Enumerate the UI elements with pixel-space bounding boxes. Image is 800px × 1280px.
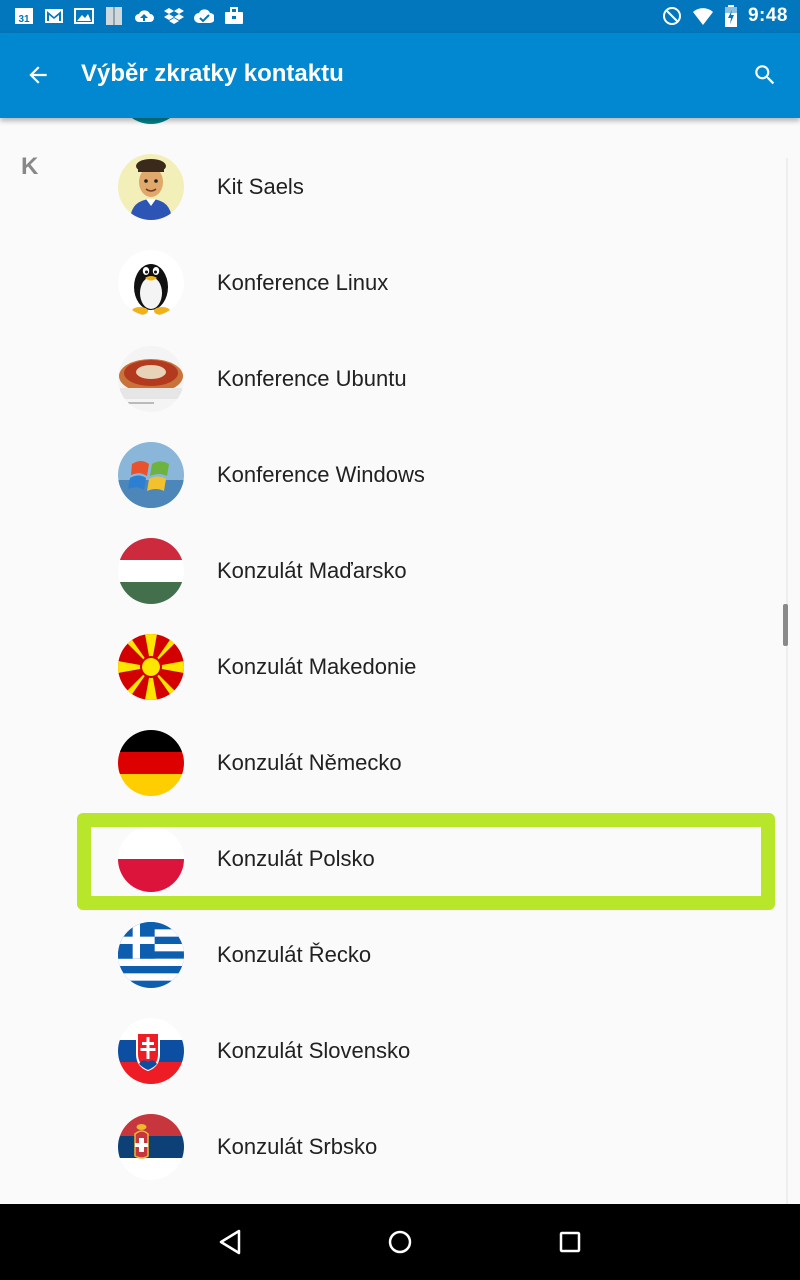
navigation-bar — [0, 1204, 800, 1280]
status-bar: 31 9:48 — [0, 0, 800, 33]
flag-macedonia — [118, 634, 184, 700]
contact-name: Konzulát Řecko — [217, 942, 372, 967]
flag-greece — [118, 922, 184, 988]
contact-row[interactable]: Konference Windows — [0, 427, 786, 523]
contact-row[interactable]: Konference Linux — [0, 235, 786, 331]
contact-name: Konzulát Polsko — [217, 846, 375, 871]
contact-list[interactable]: K Kit Saels Konference Linux Konference … — [0, 118, 800, 1204]
page-title: Výběr zkratky kontaktu — [81, 60, 344, 87]
arrow-back-icon — [29, 66, 47, 84]
gmail-icon — [45, 9, 63, 23]
flag-hungary — [118, 538, 184, 604]
flag-poland — [118, 826, 184, 892]
avatar-tux — [118, 250, 184, 316]
clock: 9:48 — [747, 5, 788, 26]
back-triangle-icon — [219, 1229, 241, 1255]
wifi-icon — [692, 8, 713, 25]
contact-name: Konzulát Slovensko — [217, 1038, 411, 1063]
notification-icons: 31 — [14, 7, 244, 25]
contact-row[interactable]: Konzulát Slovensko — [0, 1003, 786, 1099]
search-icon — [755, 65, 775, 85]
nav-back-button[interactable] — [210, 1222, 250, 1262]
recents-square-icon — [559, 1231, 581, 1253]
toolbar: Výběr zkratky kontaktu — [0, 33, 800, 118]
contact-row[interactable]: Konference Ubuntu — [0, 331, 786, 427]
photos-icon — [74, 8, 94, 24]
contact-name: Konference Ubuntu — [217, 366, 407, 391]
flag-germany — [118, 730, 184, 796]
contact-row[interactable]: Konzulát Makedonie — [0, 619, 786, 715]
system-status: 9:48 — [662, 5, 788, 27]
avatar — [118, 118, 184, 124]
contact-name: Konzulát Německo — [217, 750, 402, 775]
contact-row[interactable]: Konzulát Řecko — [0, 907, 786, 1003]
contact-name: Konzulát Makedonie — [217, 654, 417, 679]
dropbox-icon — [164, 8, 184, 24]
contact-name: Konzulát Srbsko — [217, 1134, 378, 1159]
contact-row[interactable]: Konzulát Srbsko — [0, 1099, 786, 1195]
briefcase-icon — [225, 7, 243, 24]
check-cloud-icon — [194, 9, 214, 23]
calendar-icon: 31 — [15, 8, 33, 25]
avatar-person — [118, 154, 184, 220]
nav-recents-button[interactable] — [550, 1222, 590, 1262]
contact-row[interactable]: Kit Saels — [0, 139, 786, 235]
contact-name: Konference Linux — [217, 270, 389, 295]
do-not-disturb-icon — [662, 7, 681, 25]
contact-name: Konference Windows — [217, 462, 425, 487]
contact-row[interactable]: Konzulát Německo — [0, 715, 786, 811]
contact-row-highlighted[interactable]: Konzulát Polsko — [0, 811, 786, 907]
book-icon — [106, 7, 122, 25]
calendar-day: 31 — [18, 14, 30, 25]
home-circle-icon — [388, 1230, 412, 1254]
search-button[interactable] — [748, 58, 782, 92]
scroll-track — [786, 158, 788, 1204]
avatar-ubuntu — [118, 346, 184, 412]
contact-row[interactable]: Konzulát Maďarsko — [0, 523, 786, 619]
contact-name: Konzulát Maďarsko — [217, 558, 407, 583]
avatar-windows — [118, 442, 184, 508]
contact-name: Kit Saels — [217, 174, 304, 199]
battery-charging-icon — [724, 5, 737, 27]
scrollbar-thumb[interactable] — [783, 604, 788, 646]
nav-home-button[interactable] — [380, 1222, 420, 1262]
cloud-upload-icon — [135, 10, 154, 22]
flag-slovakia — [118, 1018, 184, 1084]
flag-serbia — [118, 1114, 184, 1180]
back-button[interactable] — [22, 59, 54, 91]
